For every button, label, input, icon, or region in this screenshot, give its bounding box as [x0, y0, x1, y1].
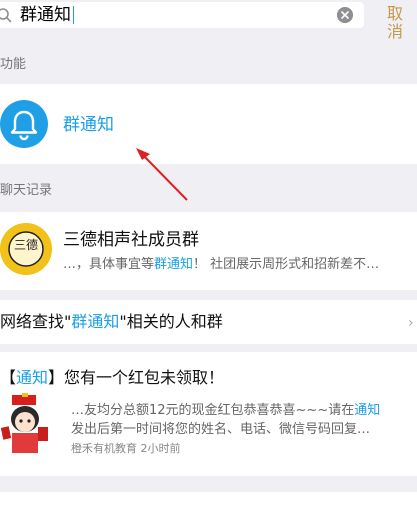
message-title-highlight: 通知	[16, 368, 49, 387]
function-item-label: 群通知	[63, 115, 114, 135]
message-line-1: …友均分总额12元的现金红包恭喜恭喜~~~请在通知	[71, 401, 417, 420]
snippet-text-before: …，具体事宜等	[63, 257, 155, 272]
network-search-highlight: 群通知	[71, 312, 120, 331]
chat-group-name: 三德相声社成员群	[63, 230, 199, 250]
group-notice-avatar	[0, 100, 48, 148]
chat-result-item[interactable]	[0, 212, 417, 290]
message-meta: 橙禾有机教育 2小时前	[71, 442, 181, 456]
cancel-button[interactable]: 取消	[387, 5, 417, 41]
message-title: 【通知】您有一个红包未领取！	[0, 367, 224, 389]
search-box[interactable]: 群通知	[0, 2, 364, 28]
search-input[interactable]: 群通知	[20, 3, 74, 27]
message-title-close: 】您有一个红包未领取！	[48, 368, 225, 387]
search-bar: 群通知 取消	[0, 0, 417, 41]
cartoon-avatar-icon	[0, 393, 58, 455]
message-body: …友均分总额12元的现金红包恭喜恭喜~~~请在通知 发出后第一时间将您的姓名、电…	[71, 401, 417, 439]
function-section-label: 功能	[0, 57, 27, 72]
message-line-1-text: …友均分总额12元的现金红包恭喜恭喜~~~请在	[71, 403, 355, 418]
network-search-prefix: 网络查找"	[0, 312, 72, 331]
text-caret	[73, 6, 74, 24]
group-avatar-text: 三德	[14, 237, 38, 252]
bell-icon	[10, 110, 38, 141]
network-search-suffix: "相关的人和群	[119, 312, 223, 331]
clear-icon[interactable]	[337, 7, 353, 23]
group-avatar: 三德	[0, 223, 52, 275]
network-search-label: 网络查找"群通知"相关的人和群	[0, 311, 223, 333]
chevron-right-icon: ›	[408, 315, 414, 331]
annotation-arrow-icon	[136, 148, 188, 201]
message-line-1-highlight: 通知	[354, 403, 381, 418]
search-icon	[0, 8, 12, 23]
search-query-text: 群通知	[20, 5, 71, 25]
next-result-card	[0, 492, 417, 505]
chat-snippet: …，具体事宜等群通知！ 社团展示周形式和招新差不…	[63, 256, 379, 274]
chat-history-section-label: 聊天记录	[0, 183, 53, 198]
snippet-text-after: ！ 社团展示周形式和招新差不…	[193, 257, 380, 272]
message-time: 2小时前	[140, 442, 181, 455]
message-line-2: 发出后第一时间将您的姓名、电话、微信号码回复…	[71, 422, 371, 437]
snippet-highlight: 群通知	[154, 257, 194, 272]
message-source: 橙禾有机教育	[71, 442, 137, 455]
group-avatar-logo-icon: 三德	[0, 223, 52, 275]
message-title-open: 【	[0, 368, 17, 387]
